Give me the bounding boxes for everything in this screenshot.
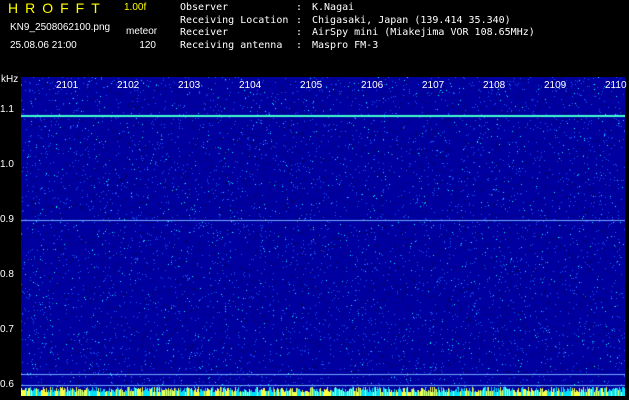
info-separator: : (296, 39, 303, 51)
info-value: K.Nagai (312, 2, 355, 13)
info-separator: : (296, 14, 303, 26)
spectrogram-canvas (21, 77, 625, 396)
info-key: Receiving antenna (180, 39, 283, 51)
app-title: HROFFT (8, 0, 107, 16)
time-tick-label: 2101 (56, 80, 79, 91)
info-row-antenna: Receiving antenna : Maspro FM-3 (180, 40, 535, 53)
frequency-tick-label: 0.8 (0, 269, 14, 280)
frequency-tick-label: 0.9 (0, 214, 14, 225)
frequency-tick-label: 1.0 (0, 159, 14, 170)
time-tick-label: 2108 (483, 80, 506, 91)
version-label: 1.00f (124, 2, 147, 13)
info-value: AirSpy mini (Miakejima VOR 108.65MHz) (312, 27, 535, 38)
datetime-label: 25.08.06 21:00 (10, 40, 77, 51)
frequency-tick-label: 0.7 (0, 324, 14, 335)
info-row-location: Receiving Location : Chigasaki, Japan (1… (180, 15, 535, 28)
time-tick-label: 2102 (117, 80, 140, 91)
time-tick-label: 2107 (422, 80, 445, 91)
info-row-observer: Observer : K.Nagai (180, 2, 535, 15)
frequency-tick-label: 1.1 (0, 104, 14, 115)
time-tick-label: 2104 (239, 80, 262, 91)
time-tick-label: 2103 (178, 80, 201, 91)
detection-param-value: 120 (139, 40, 156, 51)
frequency-tick-label: 0.6 (0, 379, 14, 390)
time-tick-label: 2110 (605, 80, 627, 91)
info-key: Observer (180, 2, 229, 13)
info-value: Chigasaki, Japan (139.414 35.340) (312, 14, 511, 26)
info-key: Receiving Location (180, 14, 289, 26)
station-info: Observer : K.Nagai Receiving Location : … (180, 2, 535, 52)
frequency-unit-label: kHz (1, 74, 19, 85)
info-row-receiver: Receiver : AirSpy mini (Miakejima VOR 10… (180, 27, 535, 40)
time-tick-label: 2109 (544, 80, 567, 91)
time-tick-label: 2106 (361, 80, 384, 91)
time-tick-label: 2105 (300, 80, 323, 91)
info-key: Receiver (180, 27, 229, 38)
info-separator: : (296, 27, 303, 38)
detection-param-label: meteor (126, 26, 158, 37)
info-separator: : (296, 2, 303, 13)
filename-label: KN9_2508062100.png (10, 22, 111, 33)
info-value: Maspro FM-3 (312, 39, 379, 51)
